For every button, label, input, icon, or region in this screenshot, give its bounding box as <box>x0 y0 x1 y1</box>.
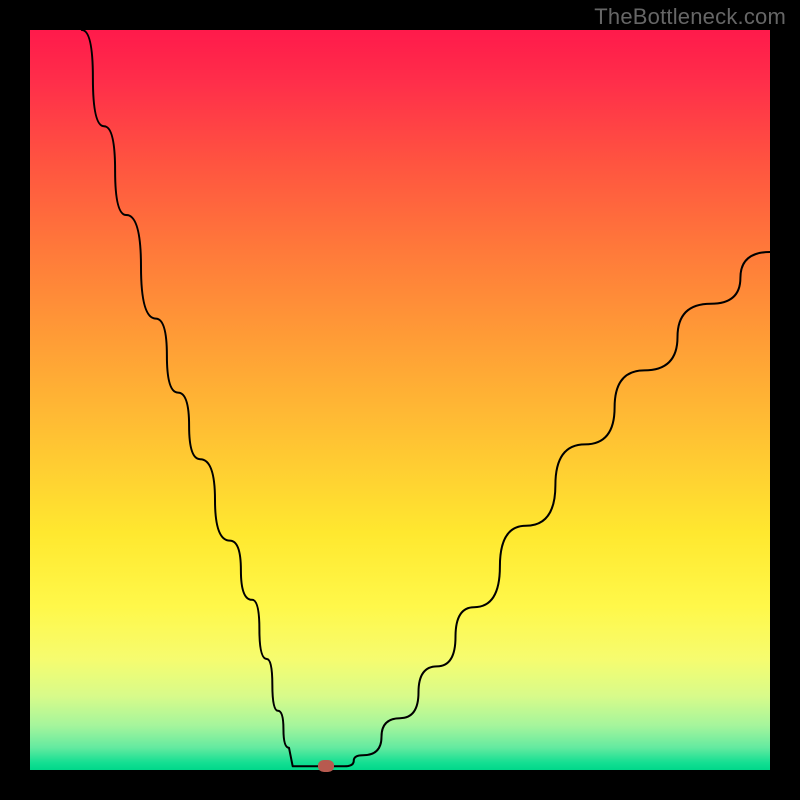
curve-path <box>82 30 770 766</box>
marker-dot <box>318 760 334 772</box>
curve-svg <box>30 30 770 770</box>
watermark-text: TheBottleneck.com <box>594 4 786 30</box>
chart-frame: TheBottleneck.com <box>0 0 800 800</box>
plot-area <box>30 30 770 770</box>
